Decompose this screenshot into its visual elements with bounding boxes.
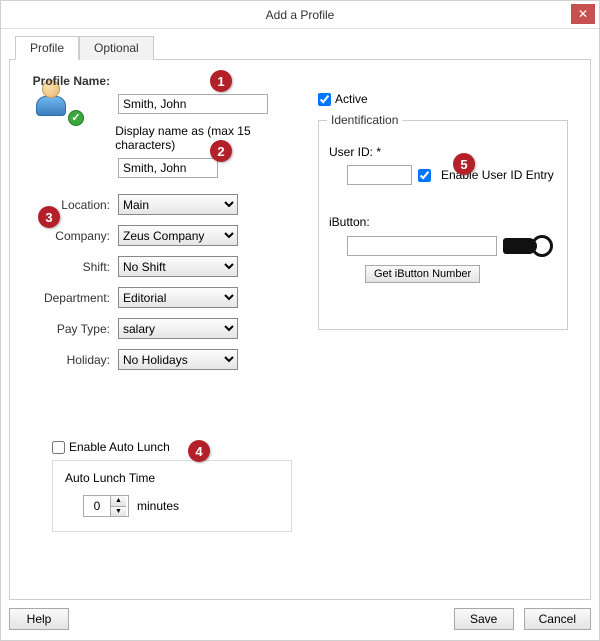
active-checkbox[interactable]: [318, 93, 331, 106]
ibutton-input[interactable]: [347, 236, 497, 256]
holiday-label: Holiday:: [18, 353, 118, 367]
tab-bar: Profile Optional: [9, 35, 591, 60]
help-button[interactable]: Help: [9, 608, 69, 630]
paytype-label: Pay Type:: [18, 322, 118, 336]
enable-auto-lunch-label: Enable Auto Lunch: [69, 440, 170, 454]
close-icon: ✕: [578, 7, 588, 21]
window-title: Add a Profile: [266, 8, 335, 22]
annotation-marker-4: 4: [188, 440, 210, 462]
company-select[interactable]: Zeus Company: [118, 225, 238, 246]
identification-legend: Identification: [327, 113, 402, 127]
auto-lunch-minutes-unit: minutes: [137, 499, 179, 513]
location-label: Location:: [18, 198, 118, 212]
userid-label: User ID: *: [329, 145, 557, 159]
location-select[interactable]: Main: [118, 194, 238, 215]
tab-body: ✓ 1 2 3 4 5 Profile Name: Display name a…: [9, 60, 591, 600]
auto-lunch-section: Enable Auto Lunch Auto Lunch Time ▲ ▼ mi…: [52, 440, 292, 532]
enable-userid-checkbox[interactable]: [418, 169, 431, 182]
profile-name-input[interactable]: [118, 94, 268, 114]
shift-select[interactable]: No Shift: [118, 256, 238, 277]
auto-lunch-subgroup: Auto Lunch Time ▲ ▼ minutes: [52, 460, 292, 532]
form-left-column: Profile Name: Display name as (max 15 ch…: [18, 74, 308, 380]
tab-profile-label: Profile: [30, 41, 64, 55]
spinner-up[interactable]: ▲: [110, 496, 126, 506]
department-label: Department:: [18, 291, 118, 305]
userid-input[interactable]: [347, 165, 412, 185]
enable-auto-lunch-checkbox[interactable]: [52, 441, 65, 454]
tab-optional[interactable]: Optional: [79, 36, 154, 60]
auto-lunch-minutes-spinner[interactable]: ▲ ▼: [83, 495, 129, 517]
auto-lunch-time-label: Auto Lunch Time: [65, 471, 279, 485]
tab-optional-label: Optional: [94, 41, 139, 55]
tab-profile[interactable]: Profile: [15, 36, 79, 60]
annotation-marker-3: 3: [38, 206, 60, 228]
display-name-input[interactable]: [118, 158, 218, 178]
cancel-button[interactable]: Cancel: [524, 608, 591, 630]
ibutton-label: iButton:: [329, 215, 557, 229]
dialog-button-bar: Help Save Cancel: [9, 608, 591, 630]
profile-name-label: Profile Name:: [18, 74, 118, 88]
identification-group: Identification User ID: * Enable User ID…: [318, 120, 568, 330]
annotation-marker-2: 2: [210, 140, 232, 162]
get-ibutton-button[interactable]: Get iButton Number: [365, 265, 480, 283]
ibutton-icon: [503, 235, 553, 257]
auto-lunch-minutes-input[interactable]: [84, 497, 110, 515]
company-label: Company:: [18, 229, 118, 243]
holiday-select[interactable]: No Holidays: [118, 349, 238, 370]
window-titlebar: Add a Profile ✕: [1, 1, 599, 29]
save-button[interactable]: Save: [454, 608, 514, 630]
department-select[interactable]: Editorial: [118, 287, 238, 308]
window-content: Profile Optional ✓ 1 2 3 4 5 Profile Nam…: [1, 29, 599, 608]
annotation-marker-5: 5: [453, 153, 475, 175]
shift-label: Shift:: [18, 260, 118, 274]
paytype-select[interactable]: salary: [118, 318, 238, 339]
active-block: Active: [318, 92, 368, 106]
close-button[interactable]: ✕: [571, 4, 595, 24]
spinner-down[interactable]: ▼: [110, 506, 126, 516]
annotation-marker-1: 1: [210, 70, 232, 92]
active-label: Active: [335, 92, 368, 106]
